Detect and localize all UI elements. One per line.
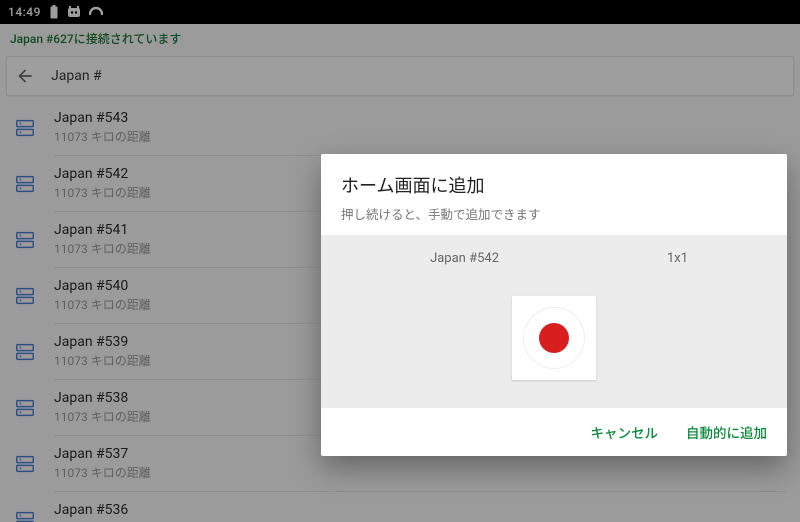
dialog-header: ホーム画面に追加 押し続けると、手動で追加できます bbox=[321, 154, 787, 235]
japan-flag-icon bbox=[523, 307, 585, 369]
confirm-button[interactable]: 自動的に追加 bbox=[686, 422, 767, 442]
add-to-home-dialog: ホーム画面に追加 押し続けると、手動で追加できます Japan #542 1x1… bbox=[321, 154, 787, 456]
widget-meta: Japan #542 1x1 bbox=[341, 251, 767, 266]
widget-size: 1x1 bbox=[588, 251, 767, 266]
widget-preview[interactable] bbox=[512, 296, 596, 380]
dialog-body: Japan #542 1x1 bbox=[321, 235, 787, 408]
dialog-subtitle: 押し続けると、手動で追加できます bbox=[341, 204, 767, 223]
dialog-actions: キャンセル 自動的に追加 bbox=[321, 408, 787, 456]
screen: 14:49 Japan #627に接続されています Japan # Japan … bbox=[0, 0, 800, 522]
dialog-title: ホーム画面に追加 bbox=[341, 172, 767, 198]
cancel-button[interactable]: キャンセル bbox=[591, 422, 659, 442]
widget-name: Japan #542 bbox=[341, 251, 588, 266]
